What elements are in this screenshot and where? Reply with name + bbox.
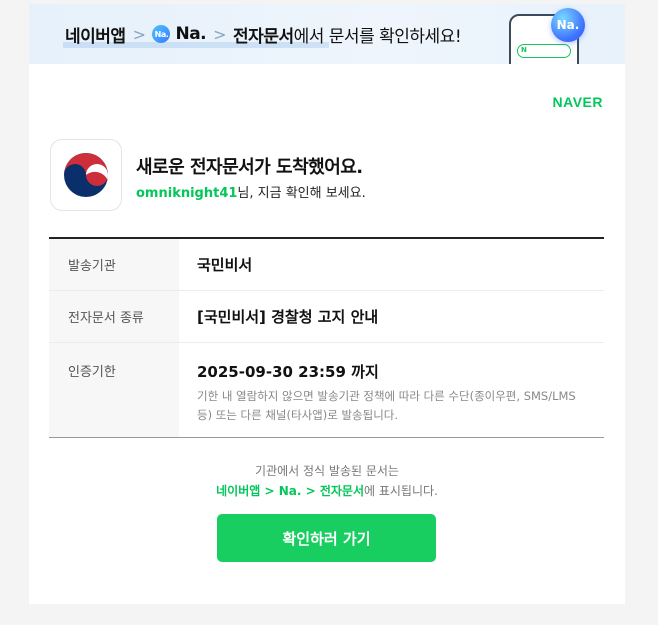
table-row: 인증기한 2025-09-30 23:59 까지 기한 내 열람하지 않으면 발… [49, 343, 604, 437]
confirm-button[interactable]: 확인하러 가기 [217, 514, 436, 562]
banner-text: 네이버앱 > Na. Na. > 전자문서 에서 문서를 확인하세요! [65, 21, 462, 47]
banner-suffix: 에서 문서를 확인하세요! [293, 26, 462, 47]
message-title: 새로운 전자문서가 도착했어요. [136, 157, 363, 178]
footer-path-text: 네이버앱 > Na. > 전자문서에 표시됩니다. [29, 482, 625, 499]
chevron-right-icon: > [132, 24, 146, 44]
naver-n-icon: N [521, 46, 527, 54]
sender-label: 발송기관 [49, 239, 179, 290]
footer-path: 네이버앱 > Na. > 전자문서 [216, 484, 364, 498]
doc-type-value: [국민비서] 경찰청 고지 안내 [197, 308, 379, 326]
table-row: 발송기관 국민비서 [49, 239, 604, 291]
footer-text: 기관에서 정식 발송된 문서는 [255, 464, 399, 478]
deadline-cell: 2025-09-30 23:59 까지 기한 내 열람하지 않으면 발송기관 정… [179, 343, 604, 437]
table-row: 전자문서 종류 [국민비서] 경찰청 고지 안내 [49, 291, 604, 343]
doc-type-label: 전자문서 종류 [49, 291, 179, 342]
email-card: 네이버앱 > Na. Na. > 전자문서 에서 문서를 확인하세요! N Na… [29, 4, 625, 604]
deadline-note: 기한 내 열람하지 않으면 발송기관 정책에 따라 다른 수단(종이우편, SM… [197, 389, 576, 422]
taegeuk-icon [64, 153, 108, 197]
sender-value: 국민비서 [197, 256, 253, 274]
message-subtitle: omniknight41님, 지금 확인해 보세요. [136, 182, 366, 201]
na-logo-icon: Na. [152, 25, 171, 43]
banner-app-name: 네이버앱 [65, 26, 126, 47]
chevron-right-icon: > [213, 24, 227, 44]
deadline-value: 2025-09-30 23:59 까지 [197, 363, 379, 381]
banner-na-label: Na. [175, 24, 207, 44]
subtitle-text: 님, 지금 확인해 보세요. [237, 186, 366, 201]
naver-logo: NAVER [552, 94, 603, 110]
korea-government-emblem-icon [50, 139, 122, 211]
username: omniknight41 [136, 186, 238, 201]
phone-search-bar: N [517, 44, 571, 58]
banner-doc-label: 전자문서 [233, 26, 294, 47]
footer-suffix: 에 표시됩니다. [363, 484, 438, 498]
deadline-label: 인증기한 [49, 343, 179, 437]
document-info-table: 발송기관 국민비서 전자문서 종류 [국민비서] 경찰청 고지 안내 인증기한 … [49, 237, 604, 438]
na-bubble-icon: Na. [551, 8, 585, 42]
promo-banner[interactable]: 네이버앱 > Na. Na. > 전자문서 에서 문서를 확인하세요! N Na… [29, 4, 625, 64]
